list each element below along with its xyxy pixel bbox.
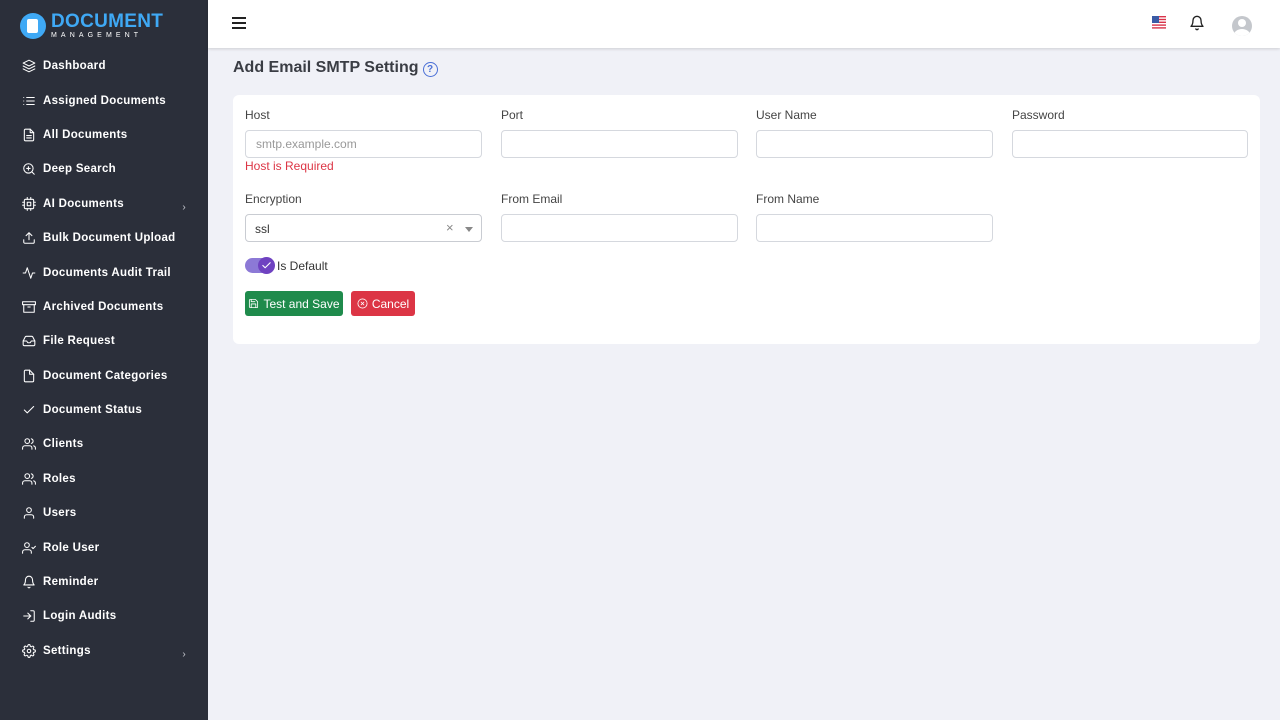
sidebar-item-label: Assigned Documents xyxy=(43,94,166,107)
sidebar-item-label: File Request xyxy=(43,335,115,348)
sidebar-item-label: Deep Search xyxy=(43,163,116,176)
menu-toggle-icon[interactable] xyxy=(232,17,246,29)
sidebar-item-label: Login Audits xyxy=(43,610,117,623)
list-icon xyxy=(21,93,36,108)
sidebar-item-file-request[interactable]: File Request xyxy=(0,324,208,358)
log-in-icon xyxy=(21,609,36,624)
brand-subtitle: MANAGEMENT xyxy=(51,32,143,39)
smtp-form-card: Host Host is Required Port User Name Pas… xyxy=(233,95,1260,344)
from-email-input[interactable] xyxy=(501,214,738,242)
sidebar-item-archived-documents[interactable]: Archived Documents xyxy=(0,290,208,324)
notification-bell-icon[interactable] xyxy=(1189,14,1205,32)
settings-icon xyxy=(21,643,36,658)
upload-icon xyxy=(21,231,36,246)
users-icon xyxy=(21,471,36,486)
password-label: Password xyxy=(1012,108,1065,122)
sidebar-item-role-user[interactable]: Role User xyxy=(0,530,208,564)
from-name-input[interactable] xyxy=(756,214,993,242)
file-text-icon xyxy=(21,127,36,142)
page-title: Add Email SMTP Setting ? xyxy=(233,59,438,77)
sidebar-item-document-status[interactable]: Document Status xyxy=(0,393,208,427)
port-label: Port xyxy=(501,108,524,122)
chevron-right-icon: › xyxy=(182,648,186,660)
users-icon xyxy=(21,437,36,452)
sidebar-item-clients[interactable]: Clients xyxy=(0,427,208,461)
clear-icon[interactable]: × xyxy=(446,220,454,235)
file-icon xyxy=(21,368,36,383)
top-bar xyxy=(208,0,1280,48)
zoom-icon xyxy=(21,162,36,177)
sidebar-item-label: Clients xyxy=(43,438,84,451)
sidebar-item-reminder[interactable]: Reminder xyxy=(0,565,208,599)
sidebar-item-label: Role User xyxy=(43,541,100,554)
sidebar-item-document-categories[interactable]: Document Categories xyxy=(0,359,208,393)
sidebar-item-label: Users xyxy=(43,507,77,520)
username-label: User Name xyxy=(756,108,817,122)
help-icon[interactable]: ? xyxy=(422,62,438,77)
page-title-text: Add Email SMTP Setting xyxy=(233,59,419,76)
from-name-label: From Name xyxy=(756,192,820,206)
sidebar-item-label: Document Status xyxy=(43,404,143,417)
sidebar-item-label: Dashboard xyxy=(43,60,106,73)
cancel-button-label: Cancel xyxy=(371,296,410,311)
sidebar-item-label: Archived Documents xyxy=(43,300,164,313)
chevron-down-icon[interactable] xyxy=(465,227,473,232)
brand-logo[interactable]: DOCUMENT MANAGEMENT xyxy=(20,12,163,39)
sidebar-item-label: All Documents xyxy=(43,128,128,141)
sidebar-item-label: AI Documents xyxy=(43,197,124,210)
is-default-toggle[interactable] xyxy=(245,257,275,274)
sidebar-item-label: Roles xyxy=(43,472,76,485)
user-icon xyxy=(21,506,36,521)
from-email-label: From Email xyxy=(501,192,563,206)
sidebar-item-login-audits[interactable]: Login Audits xyxy=(0,599,208,633)
x-circle-icon xyxy=(357,298,368,309)
is-default-row: Is Default xyxy=(245,257,328,274)
save-icon xyxy=(249,298,259,309)
check-icon xyxy=(258,257,275,274)
bell-icon xyxy=(21,575,36,590)
sidebar-item-assigned-documents[interactable]: Assigned Documents xyxy=(0,83,208,117)
sidebar-item-label: Documents Audit Trail xyxy=(43,266,171,279)
encryption-select[interactable]: ssl × xyxy=(245,214,482,242)
sidebar-item-bulk-document-upload[interactable]: Bulk Document Upload xyxy=(0,221,208,255)
cancel-button[interactable]: Cancel xyxy=(351,291,415,316)
user-avatar[interactable] xyxy=(1232,16,1252,36)
activity-icon xyxy=(21,265,36,280)
sidebar-item-settings[interactable]: Settings › xyxy=(0,634,208,668)
brand-name: DOCUMENT xyxy=(51,11,164,32)
cpu-icon xyxy=(21,196,36,211)
sidebar-item-all-documents[interactable]: All Documents xyxy=(0,118,208,152)
sidebar-nav: Dashboard Assigned Documents All Documen… xyxy=(0,49,208,668)
is-default-label: Is Default xyxy=(277,258,328,273)
port-input[interactable] xyxy=(501,130,738,158)
document-logo-icon xyxy=(20,12,46,39)
check-icon xyxy=(21,403,36,418)
sidebar-item-label: Reminder xyxy=(43,576,99,589)
layers-icon xyxy=(21,59,36,74)
archive-icon xyxy=(21,299,36,314)
chevron-right-icon: › xyxy=(182,201,186,213)
host-label: Host xyxy=(245,108,270,122)
sidebar-item-documents-audit-trail[interactable]: Documents Audit Trail xyxy=(0,255,208,289)
save-button-label: Test and Save xyxy=(263,296,340,311)
password-input[interactable] xyxy=(1012,130,1248,158)
host-error-message: Host is Required xyxy=(245,159,334,173)
username-input[interactable] xyxy=(756,130,993,158)
sidebar-item-dashboard[interactable]: Dashboard xyxy=(0,49,208,83)
sidebar: DOCUMENT MANAGEMENT Dashboard Assigned D… xyxy=(0,0,208,720)
sidebar-item-label: Settings xyxy=(43,644,91,657)
us-flag-icon[interactable] xyxy=(1152,16,1166,30)
sidebar-item-users[interactable]: Users xyxy=(0,496,208,530)
sidebar-item-roles[interactable]: Roles xyxy=(0,462,208,496)
user-check-icon xyxy=(21,540,36,555)
sidebar-item-deep-search[interactable]: Deep Search xyxy=(0,152,208,186)
encryption-label: Encryption xyxy=(245,192,302,206)
sidebar-item-ai-documents[interactable]: AI Documents › xyxy=(0,187,208,221)
sidebar-item-label: Bulk Document Upload xyxy=(43,232,176,245)
test-and-save-button[interactable]: Test and Save xyxy=(245,291,343,316)
sidebar-item-label: Document Categories xyxy=(43,369,168,382)
host-input[interactable] xyxy=(245,130,482,158)
encryption-selected-value: ssl xyxy=(255,222,270,236)
inbox-icon xyxy=(21,334,36,349)
